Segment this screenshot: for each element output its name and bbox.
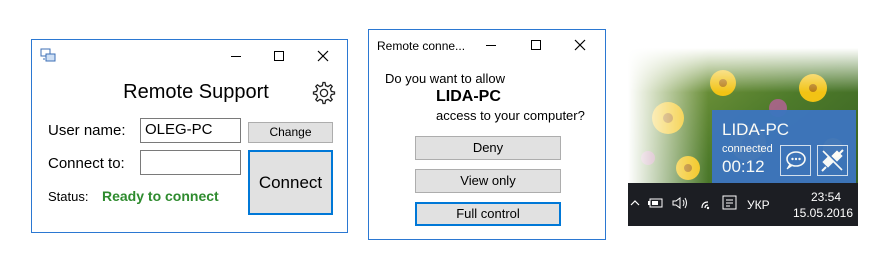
status-label: Status: [48, 189, 89, 204]
remote-support-tray-icon[interactable] [722, 195, 738, 212]
settings-gear-icon[interactable] [310, 80, 336, 106]
dialog-maximize-button[interactable] [528, 37, 544, 53]
maximize-icon [274, 51, 284, 61]
input-language-indicator[interactable]: УКР [747, 198, 770, 212]
minimize-icon [231, 56, 241, 57]
remote-support-app-icon [40, 48, 56, 62]
close-button[interactable] [315, 48, 331, 64]
maximize-icon [531, 40, 541, 50]
disconnect-button[interactable] [817, 145, 848, 176]
deny-button[interactable]: Deny [415, 136, 561, 160]
view-only-button[interactable]: View only [415, 169, 561, 193]
notification-timer: 00:12 [722, 157, 765, 176]
connect-button[interactable]: Connect [248, 150, 333, 215]
app-title: Remote Support [123, 81, 269, 103]
status-value: Ready to connect [102, 188, 219, 204]
connection-notification[interactable]: LIDA-PC connected 00:12 [712, 110, 856, 183]
full-control-button[interactable]: Full control [415, 202, 561, 226]
taskbar: УКР 23:54 15.05.2016 [628, 183, 858, 226]
disconnect-plug-icon [821, 149, 844, 172]
dialog-title: Remote conne... [377, 39, 466, 53]
taskbar-time[interactable]: 23:54 [798, 190, 854, 204]
connect-to-label: Connect to: [48, 155, 125, 172]
user-name-label: User name: [48, 122, 126, 139]
connect-to-field[interactable] [140, 150, 241, 175]
remote-support-window: Remote Support User name: OLEG-PC Change… [31, 39, 348, 233]
dialog-question-suffix: access to your computer? [436, 108, 585, 123]
dialog-computer-name: LIDA-PC [436, 88, 501, 105]
battery-icon[interactable] [648, 197, 664, 209]
minimize-icon [486, 45, 496, 46]
remote-connection-dialog: Remote conne... Do you want to allow LID… [368, 29, 606, 240]
show-hidden-icons-chevron-icon[interactable] [630, 198, 640, 208]
chat-bubble-icon [786, 151, 806, 170]
user-name-field[interactable]: OLEG-PC [140, 118, 241, 143]
maximize-button[interactable] [271, 48, 287, 64]
notification-status: connected [722, 143, 773, 155]
close-icon [317, 50, 329, 62]
chat-button[interactable] [780, 145, 811, 176]
minimize-button[interactable] [228, 48, 244, 64]
change-button[interactable]: Change [248, 122, 333, 143]
close-icon [574, 39, 586, 51]
notification-computer-name: LIDA-PC [722, 120, 790, 139]
dialog-minimize-button[interactable] [483, 37, 499, 53]
taskbar-date[interactable]: 15.05.2016 [788, 206, 858, 220]
dialog-close-button[interactable] [572, 37, 588, 53]
volume-icon[interactable] [672, 196, 690, 210]
wifi-icon[interactable] [700, 195, 716, 211]
dialog-question: Do you want to allow [385, 71, 505, 86]
